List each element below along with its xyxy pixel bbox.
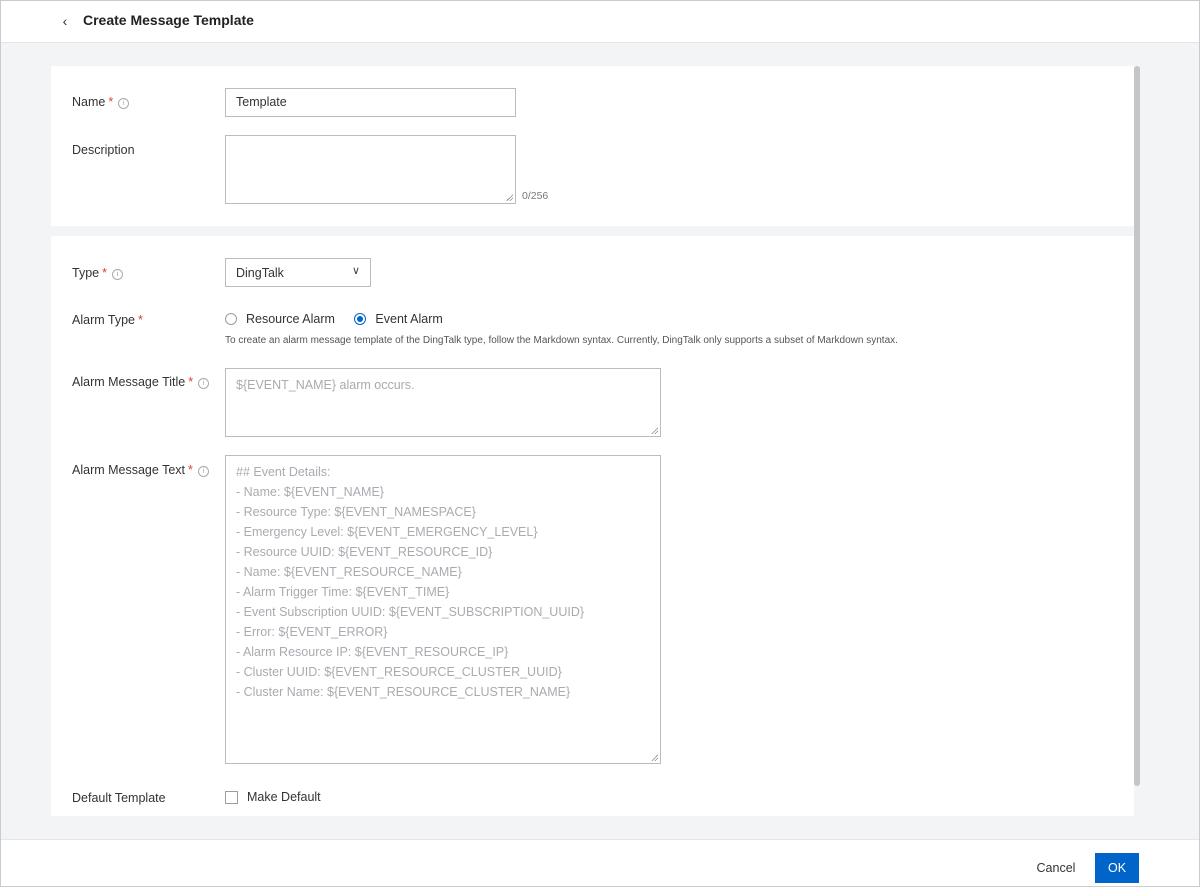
markdown-hint: To create an alarm message template of t… — [225, 335, 898, 346]
back-icon[interactable]: ‹ — [57, 11, 73, 31]
radio-event-alarm[interactable]: Event Alarm — [354, 312, 443, 326]
alarm-text-textarea[interactable]: ## Event Details: - Name: ${EVENT_NAME} … — [225, 455, 661, 764]
description-char-counter: 0/256 — [522, 190, 549, 202]
alarm-title-label: Alarm Message Title * i — [72, 375, 210, 389]
scrollbar[interactable] — [1134, 66, 1140, 786]
required-mark: * — [102, 266, 107, 280]
type-select[interactable]: DingTalk ∨ — [225, 258, 371, 287]
required-mark: * — [188, 463, 193, 477]
info-icon[interactable]: i — [198, 378, 210, 389]
description-label: Description — [72, 143, 135, 157]
make-default-checkbox[interactable]: Make Default — [225, 790, 321, 804]
resize-handle-icon[interactable] — [651, 427, 658, 434]
alarm-text-placeholder: ## Event Details: - Name: ${EVENT_NAME} … — [236, 465, 585, 699]
required-mark: * — [188, 375, 194, 389]
alarm-title-textarea[interactable]: ${EVENT_NAME} alarm occurs. — [225, 368, 661, 437]
chevron-down-icon: ∨ — [351, 265, 360, 277]
checkbox[interactable] — [225, 790, 238, 804]
alarm-type-radio-group: Resource Alarm Event Alarm — [225, 312, 459, 328]
info-icon[interactable]: i — [111, 269, 123, 280]
basic-info-card: Name * i Template Description 0/256 — [51, 66, 1134, 226]
alarm-type-label: Alarm Type * — [72, 313, 143, 327]
ok-button[interactable]: OK — [1095, 853, 1139, 883]
template-content-card: Type * i DingTalk ∨ Alarm Type * Resource A… — [51, 236, 1134, 816]
alarm-text-label: Alarm Message Text * i — [72, 463, 209, 477]
resize-handle-icon[interactable] — [651, 754, 658, 761]
radio-button-selected[interactable] — [354, 313, 367, 325]
required-mark: * — [108, 95, 114, 109]
resize-handle-icon[interactable] — [506, 194, 513, 201]
dialog-frame: ‹ Create Message Template Name * i Templat… — [0, 0, 1200, 887]
type-label: Type * i — [72, 266, 123, 280]
info-icon[interactable]: i — [118, 98, 130, 109]
radio-button[interactable] — [225, 313, 237, 325]
page-title: Create Message Template — [83, 12, 254, 28]
type-select-value: DingTalk — [236, 266, 284, 280]
footer-bar: Cancel OK — [1, 839, 1199, 886]
radio-resource-alarm[interactable]: Resource Alarm — [225, 312, 335, 326]
required-mark: * — [138, 313, 143, 327]
name-label: Name * i — [72, 95, 130, 109]
info-icon[interactable]: i — [197, 466, 209, 477]
name-input[interactable]: Template — [225, 88, 516, 117]
page-header: ‹ Create Message Template — [1, 1, 1199, 43]
alarm-title-placeholder: ${EVENT_NAME} alarm occurs. — [236, 378, 415, 392]
default-template-label: Default Template — [72, 791, 166, 805]
description-textarea[interactable] — [225, 135, 516, 204]
cancel-button[interactable]: Cancel — [1027, 854, 1085, 883]
